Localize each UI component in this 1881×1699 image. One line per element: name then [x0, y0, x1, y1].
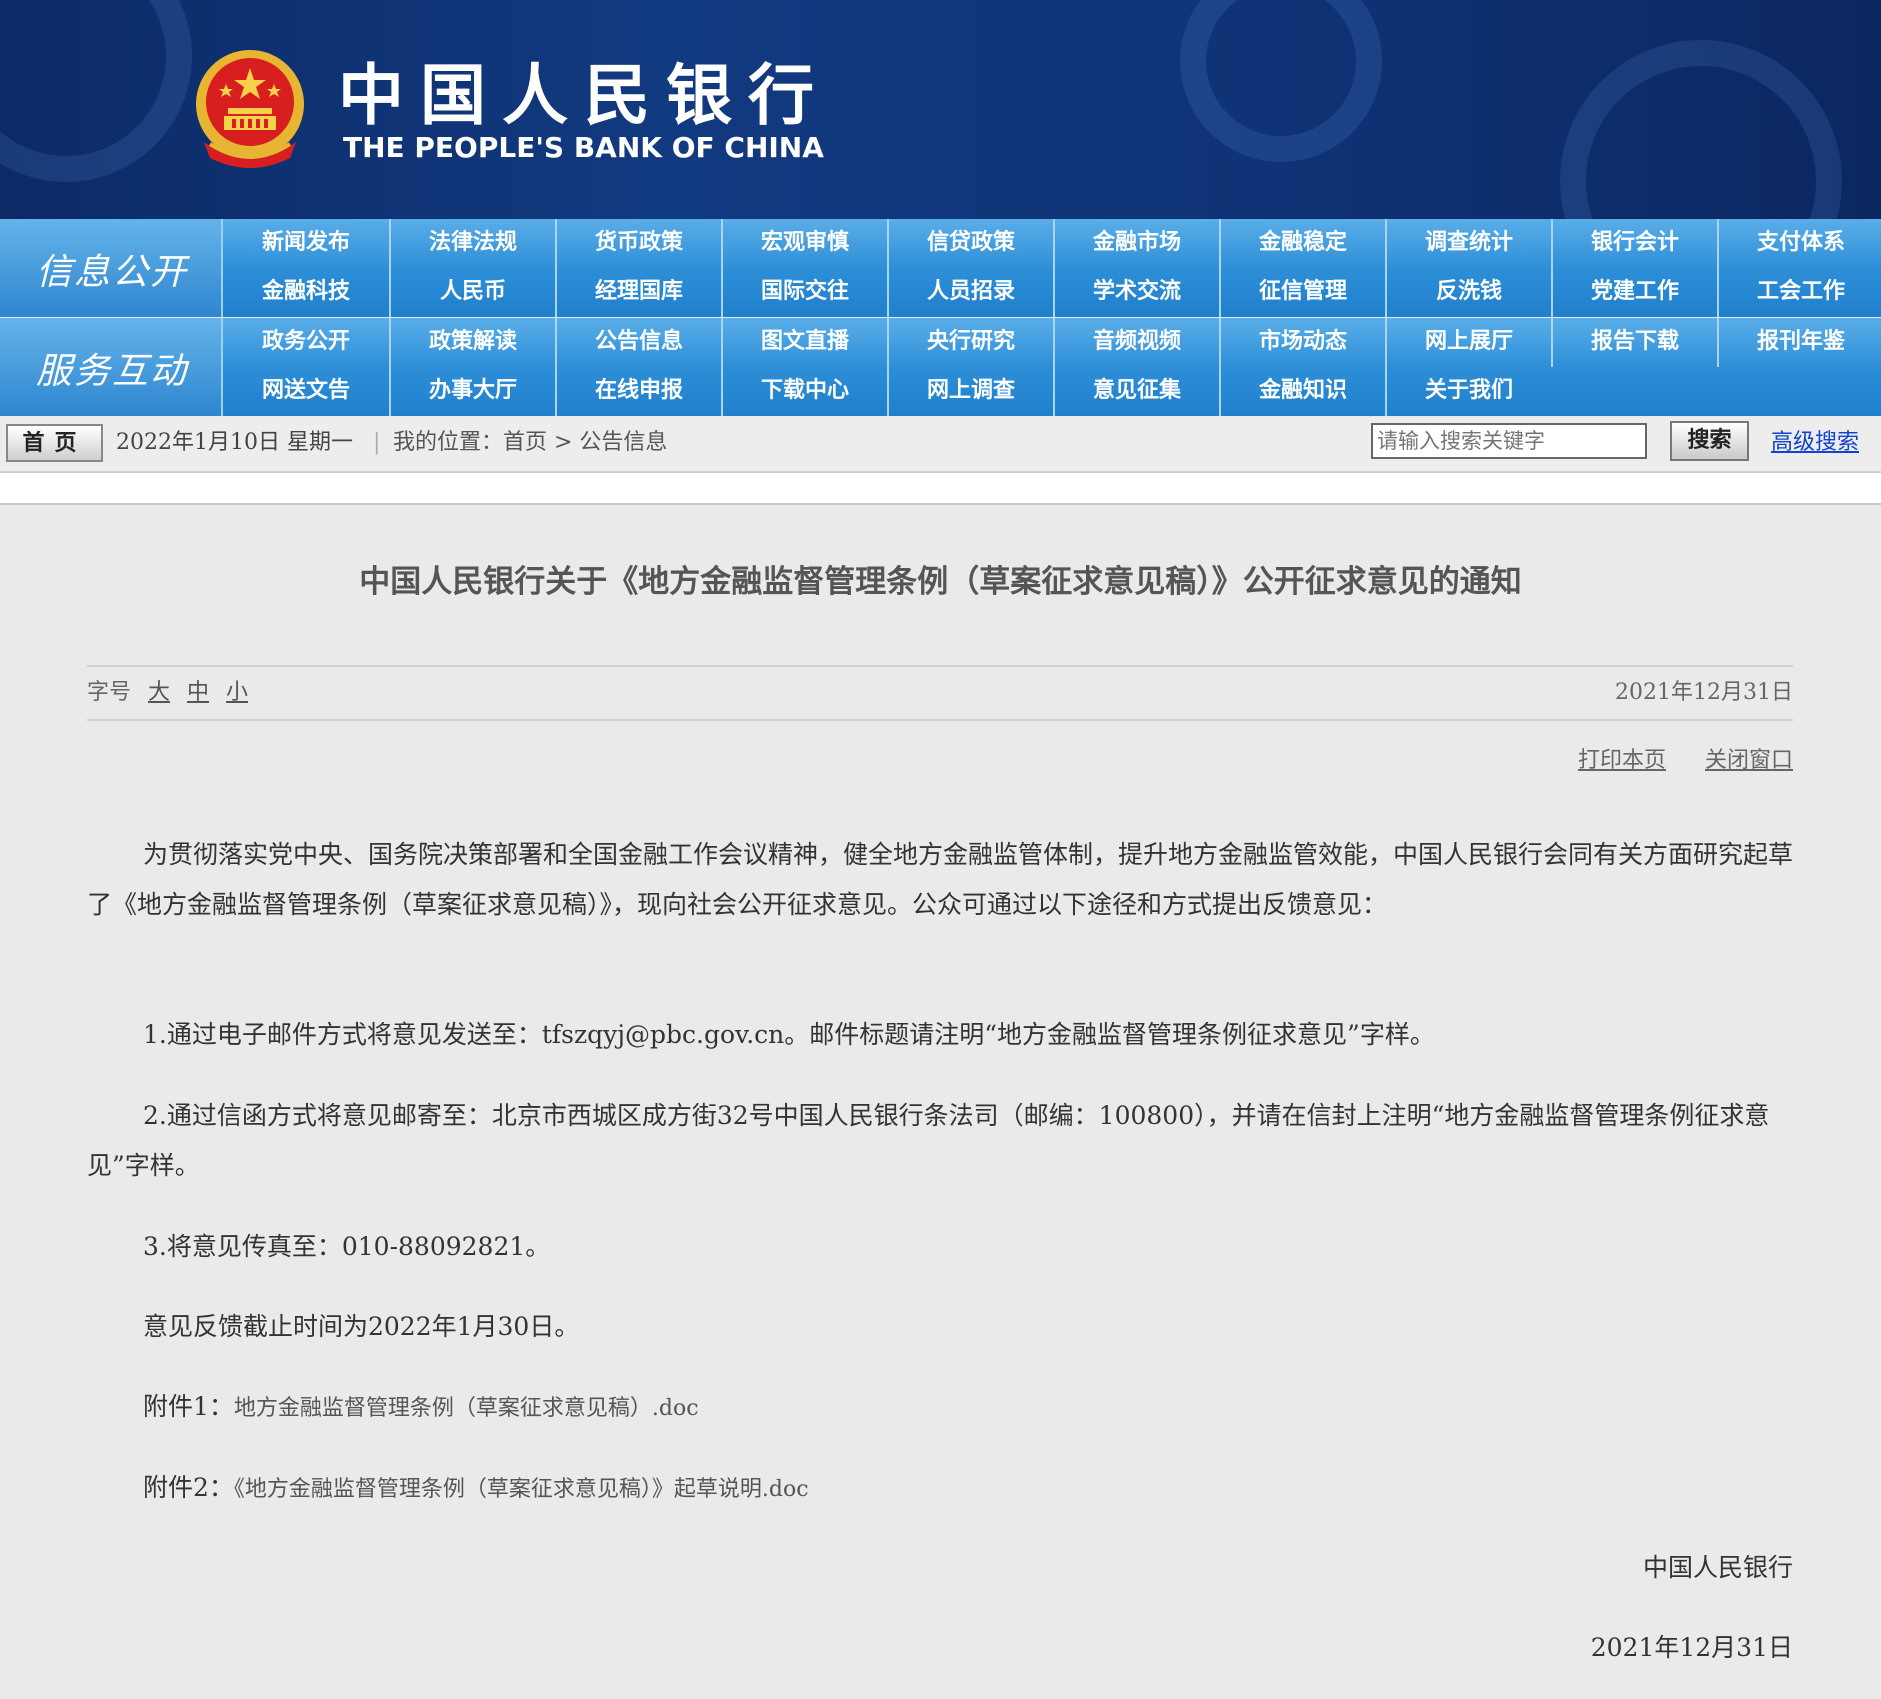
- nav-item-credit[interactable]: 信贷政策: [887, 219, 1053, 268]
- print-page-link[interactable]: 打印本页: [1578, 748, 1666, 773]
- close-window-link[interactable]: 关闭窗口: [1705, 748, 1793, 773]
- breadcrumb: 我的位置：首页 > 公告信息: [393, 430, 668, 455]
- attachment-label: 附件1：: [143, 1392, 234, 1421]
- logo-chinese-name: 中国人民银行: [338, 56, 830, 134]
- nav-item-gov-affairs[interactable]: 政务公开: [223, 318, 389, 367]
- divider: [87, 719, 1793, 721]
- nav-item-market-news[interactable]: 市场动态: [1219, 318, 1385, 367]
- nav-item-about[interactable]: 关于我们: [1385, 367, 1551, 416]
- attachment-label: 附件2：: [143, 1473, 234, 1502]
- nav-item-academic[interactable]: 学术交流: [1053, 268, 1219, 317]
- attachment-link[interactable]: 《地方金融监督管理条例（草案征求意见稿）》起草说明.doc: [234, 1477, 809, 1502]
- nav-item-news[interactable]: 新闻发布: [223, 219, 389, 268]
- nav-band-label: 服务互动: [0, 318, 223, 416]
- nav-item-knowledge[interactable]: 金融知识: [1219, 367, 1385, 416]
- nav-item-recruit[interactable]: 人员招录: [887, 268, 1053, 317]
- current-date: 2022年1月10日 星期一: [116, 430, 353, 455]
- nav-band-title: 信息公开: [36, 252, 189, 293]
- signature-date: 2021年12月31日: [1590, 1633, 1793, 1662]
- article-paragraph: 3.将意见传真至：010-88092821。: [143, 1232, 551, 1261]
- nav-item-policy-read[interactable]: 政策解读: [389, 318, 555, 367]
- nav-item-downloads[interactable]: 下载中心: [721, 367, 887, 416]
- article-paragraph: 意见反馈截止时间为2022年1月30日。: [143, 1312, 580, 1341]
- site-header: 中国人民银行 THE PEOPLE'S BANK OF CHINA: [0, 0, 1881, 219]
- nav-item-exhibition[interactable]: 网上展厅: [1385, 318, 1551, 367]
- national-emblem-icon: [196, 50, 304, 168]
- nav-band-info-disclosure: 信息公开 新闻发布 法律法规 货币政策 宏观审慎 信贷政策 金融市场 金融稳定 …: [0, 219, 1881, 317]
- nav-item-online-apply[interactable]: 在线申报: [555, 367, 721, 416]
- nav-grid: 政务公开 政策解读 公告信息 图文直播 央行研究 音频视频 市场动态 网上展厅 …: [223, 318, 1881, 416]
- nav-item-laws[interactable]: 法律法规: [389, 219, 555, 268]
- article-paragraph: 为贯彻落实党中央、国务院决策部署和全国金融工作会议精神，健全地方金融监管体制，提…: [87, 840, 1794, 919]
- article-paragraph: 1.通过电子邮件方式将意见发送至：tfszqyj@pbc.gov.cn。邮件标题…: [143, 1020, 1435, 1049]
- nav-grid: 新闻发布 法律法规 货币政策 宏观审慎 信贷政策 金融市场 金融稳定 调查统计 …: [223, 219, 1881, 317]
- location-bar: 首页 2022年1月10日 星期一 | 我的位置：首页 > 公告信息 搜索 高级…: [0, 417, 1881, 473]
- article-tools: 打印本页 关闭窗口: [1546, 746, 1793, 776]
- divider: |: [373, 430, 381, 455]
- nav-item-macro[interactable]: 宏观审慎: [721, 219, 887, 268]
- font-size-controls: 字号 大 中 小: [87, 678, 248, 708]
- nav-item-reports[interactable]: 报告下载: [1551, 318, 1717, 367]
- attachment-link[interactable]: 地方金融监督管理条例（草案征求意见稿）.doc: [234, 1396, 699, 1421]
- nav-band-title: 服务互动: [36, 351, 189, 392]
- attachment-item: 附件1：地方金融监督管理条例（草案征求意见稿）.doc: [143, 1382, 699, 1434]
- attachment-item: 附件2：《地方金融监督管理条例（草案征求意见稿）》起草说明.doc: [143, 1463, 809, 1515]
- nav-band-label: 信息公开: [0, 219, 223, 317]
- search-input[interactable]: [1371, 423, 1647, 459]
- search-button[interactable]: 搜索: [1670, 421, 1749, 461]
- nav-band-service: 服务互动 政务公开 政策解读 公告信息 图文直播 央行研究 音频视频 市场动态 …: [0, 318, 1881, 416]
- nav-item-statistics[interactable]: 调查统计: [1385, 219, 1551, 268]
- nav-item-aml[interactable]: 反洗钱: [1385, 268, 1551, 317]
- decorative-circle: [0, 0, 192, 182]
- nav-item-party[interactable]: 党建工作: [1551, 268, 1717, 317]
- decorative-circle: [1180, 0, 1382, 162]
- article-paragraph: 2.通过信函方式将意见邮寄至：北京市西城区成方街32号中国人民银行条法司（邮编：…: [87, 1101, 1770, 1180]
- nav-item-rmb[interactable]: 人民币: [389, 268, 555, 317]
- font-size-large-link[interactable]: 大: [148, 680, 170, 705]
- nav-item-payment[interactable]: 支付体系: [1717, 219, 1881, 268]
- divider-strip: [0, 473, 1881, 505]
- logo-english-name: THE PEOPLE'S BANK OF CHINA: [343, 131, 824, 164]
- font-size-small-link[interactable]: 小: [226, 680, 248, 705]
- font-size-label: 字号: [87, 680, 132, 705]
- home-button[interactable]: 首页: [6, 424, 103, 462]
- nav-item-union[interactable]: 工会工作: [1717, 268, 1881, 317]
- nav-item-service-hall[interactable]: 办事大厅: [389, 367, 555, 416]
- nav-item-av[interactable]: 音频视频: [1053, 318, 1219, 367]
- nav-item-credit-ref[interactable]: 征信管理: [1219, 268, 1385, 317]
- decorative-circle: [1560, 40, 1842, 219]
- nav-item-stability[interactable]: 金融稳定: [1219, 219, 1385, 268]
- article-title: 中国人民银行关于《地方金融监督管理条例（草案征求意见稿）》公开征求意见的通知: [359, 564, 1522, 600]
- nav-item-treasury[interactable]: 经理国库: [555, 268, 721, 317]
- divider: [87, 665, 1793, 667]
- nav-item-yearbook[interactable]: 报刊年鉴: [1717, 318, 1881, 367]
- font-size-medium-link[interactable]: 中: [187, 680, 209, 705]
- nav-item-live[interactable]: 图文直播: [721, 318, 887, 367]
- nav-item-survey[interactable]: 网上调查: [887, 367, 1053, 416]
- publish-date: 2021年12月31日: [1615, 680, 1793, 705]
- nav-item-intl[interactable]: 国际交往: [721, 268, 887, 317]
- nav-item-documents[interactable]: 网送文告: [223, 367, 389, 416]
- signature: 中国人民银行: [1642, 1553, 1793, 1582]
- nav-item-fintech[interactable]: 金融科技: [223, 268, 389, 317]
- nav-item-notices[interactable]: 公告信息: [555, 318, 721, 367]
- advanced-search-link[interactable]: 高级搜索: [1771, 428, 1859, 458]
- nav-item-feedback[interactable]: 意见征集: [1053, 367, 1219, 416]
- nav-item-monetary[interactable]: 货币政策: [555, 219, 721, 268]
- nav-item-accounting[interactable]: 银行会计: [1551, 219, 1717, 268]
- nav-item-research[interactable]: 央行研究: [887, 318, 1053, 367]
- nav-item-market[interactable]: 金融市场: [1053, 219, 1219, 268]
